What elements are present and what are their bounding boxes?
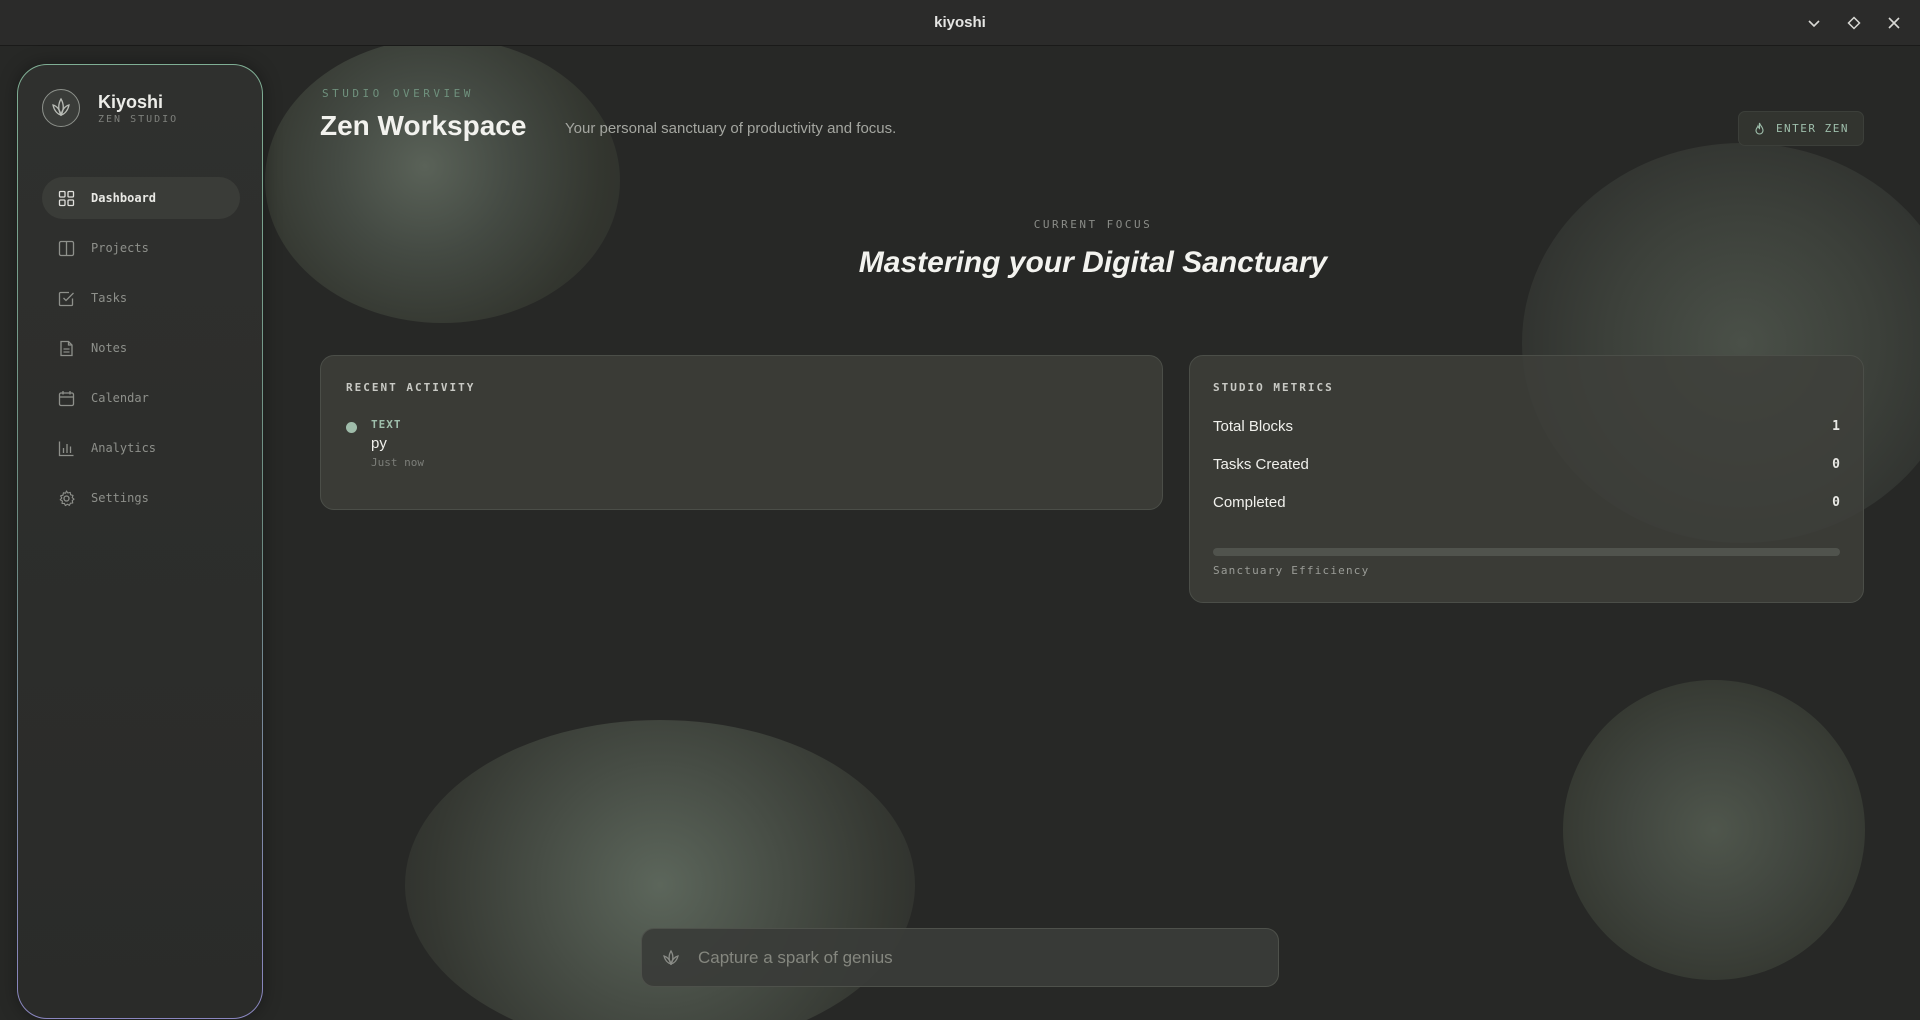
- recent-activity-title: RECENT ACTIVITY: [346, 381, 476, 394]
- decorative-orb: [1563, 680, 1865, 980]
- metric-label: Tasks Created: [1213, 456, 1309, 473]
- grid-icon: [58, 190, 75, 206]
- title-bar: kiyoshi: [0, 0, 1920, 46]
- sidebar-item-label: Analytics: [91, 441, 157, 455]
- sidebar-item-settings[interactable]: Settings: [42, 477, 240, 519]
- metric-label: Completed: [1213, 494, 1286, 511]
- brand: Kiyoshi ZEN STUDIO: [42, 89, 178, 127]
- sidebar-item-label: Settings: [91, 491, 149, 505]
- lotus-logo-icon: [42, 89, 80, 127]
- activity-dot: [346, 422, 357, 433]
- activity-type: TEXT: [371, 418, 402, 431]
- page-subtitle: Your personal sanctuary of productivity …: [565, 120, 897, 137]
- sidebar-item-notes[interactable]: Notes: [42, 327, 240, 369]
- gear-icon: [59, 489, 75, 506]
- minimize-button[interactable]: [1798, 7, 1830, 39]
- document-icon: [60, 340, 73, 356]
- sidebar-item-calendar[interactable]: Calendar: [42, 377, 240, 419]
- sidebar-item-label: Tasks: [91, 291, 128, 305]
- metric-row: Tasks Created 0: [1213, 456, 1840, 473]
- activity-item[interactable]: TEXT py Just now: [346, 418, 424, 469]
- sidebar: Kiyoshi ZEN STUDIO Dashboard Projects Ta…: [17, 64, 263, 1019]
- metric-value: 0: [1832, 457, 1840, 472]
- enter-zen-label: ENTER ZEN: [1775, 122, 1850, 135]
- efficiency-progress-bar: [1213, 548, 1840, 556]
- bar-chart-icon: [58, 441, 74, 456]
- sidebar-item-label: Dashboard: [91, 191, 157, 205]
- metric-row: Total Blocks 1: [1213, 418, 1840, 435]
- sidebar-item-label: Calendar: [91, 391, 149, 405]
- enter-zen-button[interactable]: ENTER ZEN: [1738, 111, 1864, 146]
- maximize-button[interactable]: [1838, 7, 1870, 39]
- brand-name: Kiyoshi: [98, 91, 164, 112]
- metric-value: 0: [1832, 495, 1840, 510]
- close-icon: [1888, 17, 1900, 29]
- current-focus-label: CURRENT FOCUS: [1033, 218, 1153, 231]
- capture-input[interactable]: [698, 947, 1258, 968]
- window-controls: [1798, 0, 1910, 46]
- activity-time: Just now: [371, 456, 424, 469]
- metric-label: Total Blocks: [1213, 418, 1294, 435]
- close-button[interactable]: [1878, 7, 1910, 39]
- recent-activity-card: RECENT ACTIVITY TEXT py Just now: [320, 355, 1163, 510]
- window-title: kiyoshi: [934, 14, 986, 31]
- calendar-icon: [58, 390, 75, 406]
- sidebar-item-analytics[interactable]: Analytics: [42, 427, 240, 469]
- checkbox-icon: [58, 291, 74, 306]
- metric-value: 1: [1832, 419, 1840, 434]
- decorative-orb: [265, 38, 620, 323]
- page-title: Zen Workspace: [320, 110, 527, 141]
- sidebar-item-label: Notes: [91, 341, 128, 355]
- overview-label: STUDIO OVERVIEW: [322, 87, 474, 100]
- capture-bar: [641, 928, 1279, 987]
- metric-row: Completed 0: [1213, 494, 1840, 511]
- activity-text: py: [371, 435, 387, 452]
- diamond-icon: [1847, 16, 1861, 30]
- current-focus-title: Mastering your Digital Sanctuary: [858, 246, 1328, 279]
- studio-metrics-card: STUDIO METRICS Total Blocks 1 Tasks Crea…: [1189, 355, 1864, 603]
- studio-metrics-title: STUDIO METRICS: [1213, 381, 1334, 394]
- brand-subtitle: ZEN STUDIO: [98, 113, 179, 125]
- efficiency-label: Sanctuary Efficiency: [1213, 564, 1370, 577]
- lotus-icon: [663, 949, 679, 965]
- sidebar-item-tasks[interactable]: Tasks: [42, 277, 240, 319]
- flame-icon: [1755, 122, 1764, 135]
- chevron-down-icon: [1808, 20, 1820, 28]
- sidebar-item-dashboard[interactable]: Dashboard: [42, 177, 240, 219]
